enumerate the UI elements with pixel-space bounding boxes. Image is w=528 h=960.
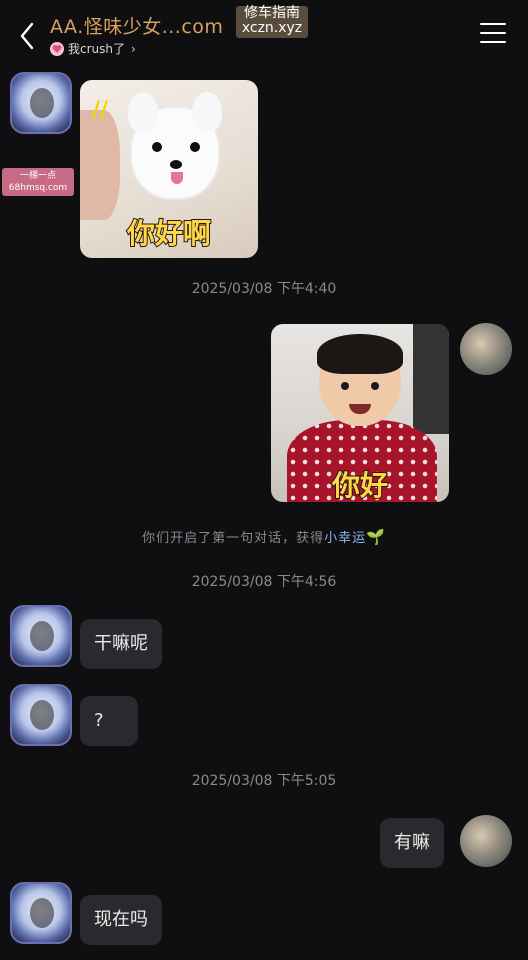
dog-sticker-message[interactable]: // 你好啊	[80, 80, 258, 258]
contact-avatar[interactable]	[10, 605, 72, 667]
back-arrow-icon[interactable]	[14, 18, 42, 54]
my-avatar[interactable]	[460, 323, 512, 375]
chevron-right-icon: ›	[131, 41, 136, 56]
system-notice-text: 你们开启了第一句对话，获得	[142, 531, 325, 546]
my-avatar[interactable]	[460, 815, 512, 867]
menu-icon[interactable]	[480, 23, 506, 45]
received-message[interactable]: ?	[80, 696, 138, 746]
chat-title[interactable]: AA.怪味少女...com	[50, 12, 223, 39]
received-message[interactable]: 现在吗	[80, 895, 162, 945]
received-message[interactable]: 干嘛呢	[80, 619, 162, 669]
sprout-icon: 🌱	[366, 528, 386, 546]
sticker-caption: 你好	[331, 468, 389, 502]
crush-status-label: 我crush了	[68, 42, 125, 56]
chat-screen: AA.怪味少女...com 我crush了 › 修车指南 xczn.xyz 一梯…	[0, 0, 528, 960]
contact-avatar[interactable]	[10, 882, 72, 944]
system-notice: 你们开启了第一句对话，获得小幸运🌱	[0, 527, 528, 546]
sticker-caption: 你好啊	[126, 216, 212, 251]
contact-avatar[interactable]	[10, 684, 72, 746]
baby-sticker-message[interactable]: 你好	[271, 324, 449, 502]
timestamp: 2025/03/08 下午5:05	[191, 773, 337, 789]
timestamp: 2025/03/08 下午4:56	[191, 574, 337, 590]
crush-status[interactable]: 我crush了 ›	[50, 40, 136, 57]
contact-avatar[interactable]	[10, 72, 72, 134]
site-badge: 一梯一点 68hmsq.com	[2, 168, 74, 196]
emphasis-marks-icon: //	[92, 98, 109, 123]
lucky-link[interactable]: 小幸运	[324, 531, 366, 546]
watermark: 修车指南 xczn.xyz	[236, 6, 308, 38]
timestamp: 2025/03/08 下午4:40	[191, 281, 337, 297]
heart-icon	[50, 41, 64, 56]
sent-message[interactable]: 有嘛	[380, 818, 444, 868]
chat-header: AA.怪味少女...com 我crush了 › 修车指南 xczn.xyz	[0, 0, 528, 66]
